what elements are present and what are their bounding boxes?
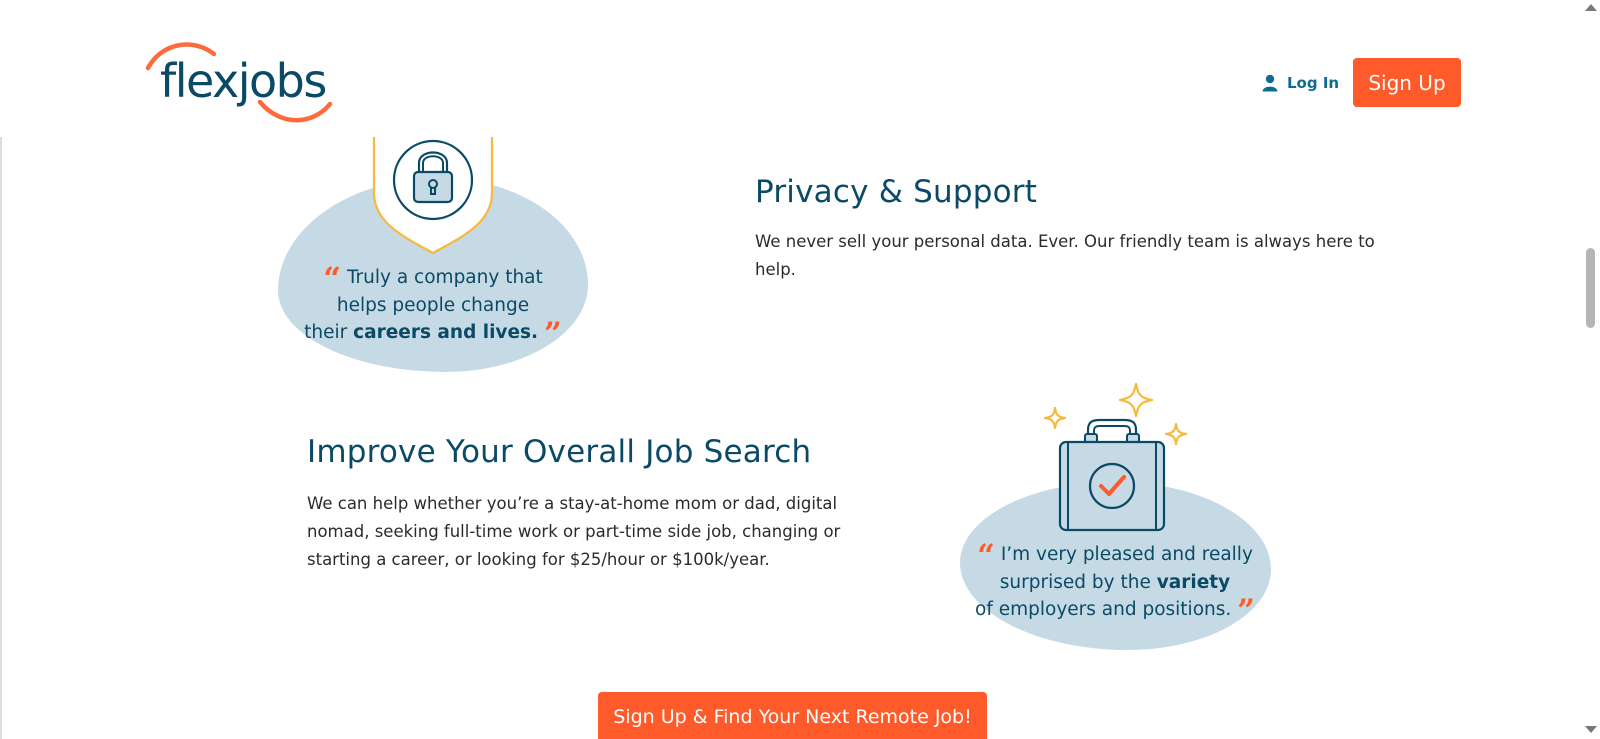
testimonial-privacy-line2: helps people change — [336, 294, 530, 316]
close-quote-icon: ” — [1237, 593, 1255, 629]
testimonial-privacy-line3: their — [304, 322, 354, 343]
testimonial-improve-line3: of employers and positions. — [975, 599, 1232, 620]
page-scrollbar[interactable] — [1582, 0, 1600, 739]
testimonial-privacy-line1: Truly a company that — [346, 267, 543, 288]
sparkle-icon — [1164, 422, 1188, 446]
sparkle-icon — [1043, 406, 1067, 430]
login-label: Log In — [1287, 74, 1340, 92]
testimonial-improve-line2: surprised by the — [999, 571, 1157, 593]
open-quote-icon: “ — [323, 261, 342, 297]
open-quote-icon: “ — [977, 538, 995, 574]
signup-find-job-button[interactable]: Sign Up & Find Your Next Remote Job! — [598, 692, 987, 739]
improve-body: We can help whether you’re a stay-at-hom… — [307, 494, 841, 569]
testimonial-improve-emphasis: variety — [1156, 571, 1231, 593]
scroll-thumb[interactable] — [1586, 248, 1595, 328]
site-header: flexjobs Log In Sign Up — [0, 0, 1582, 137]
testimonial-privacy: “ Truly a company that helps people chan… — [298, 261, 568, 350]
testimonial-improve: “ I’m very pleased and really surprised … — [962, 538, 1268, 627]
testimonial-privacy-emphasis: careers and lives. — [353, 322, 539, 343]
testimonial-improve-line1: I’m very pleased and really — [1000, 544, 1253, 565]
user-icon — [1262, 74, 1278, 92]
login-link[interactable]: Log In — [1262, 71, 1339, 95]
privacy-heading: Privacy & Support — [755, 174, 1038, 210]
scroll-down-arrow-icon[interactable] — [1585, 726, 1597, 733]
sparkle-icon — [1118, 382, 1154, 418]
header-signup-button[interactable]: Sign Up — [1353, 58, 1461, 107]
privacy-body: We never sell your personal data. Ever. … — [755, 232, 1375, 279]
briefcase-check-icon — [1043, 382, 1188, 532]
improve-heading: Improve Your Overall Job Search — [307, 434, 812, 470]
lock-icon — [372, 137, 494, 255]
logo-wordmark: flexjobs — [160, 54, 327, 108]
close-quote-icon: ” — [543, 316, 562, 352]
flexjobs-logo[interactable]: flexjobs — [144, 40, 334, 130]
scroll-up-arrow-icon[interactable] — [1585, 4, 1597, 11]
